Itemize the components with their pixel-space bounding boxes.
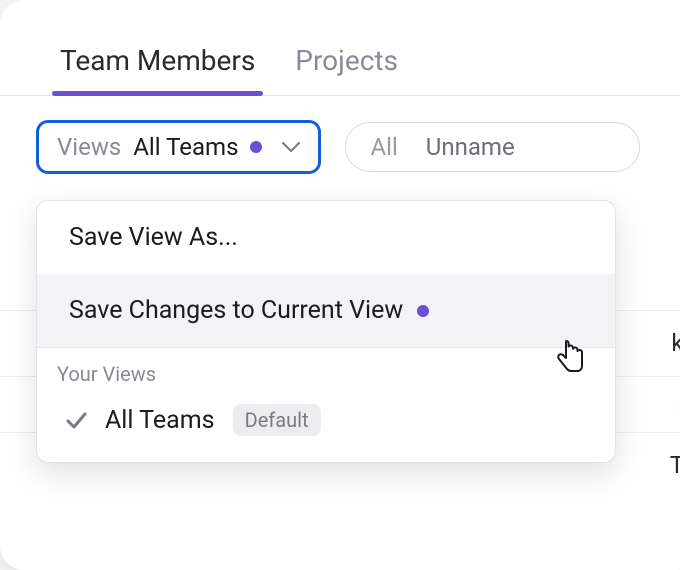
views-label: Views <box>57 133 121 161</box>
menu-item-save-view-as[interactable]: Save View As... <box>37 201 615 274</box>
dropdown-section-header: Your Views <box>37 348 615 394</box>
view-name: All Teams <box>105 406 215 435</box>
menu-item-label: Save View As... <box>69 223 238 252</box>
filter-value: Unname <box>426 133 515 161</box>
views-dropdown-trigger[interactable]: Views All Teams <box>36 120 321 174</box>
unsaved-changes-dot-icon <box>417 305 429 317</box>
menu-item-label: Save Changes to Current View <box>69 296 403 325</box>
tab-label: Projects <box>295 44 398 77</box>
main-card: Team Members Projects Views All Teams Al… <box>0 0 680 570</box>
tab-bar: Team Members Projects <box>0 0 680 96</box>
tab-projects[interactable]: Projects <box>295 44 398 95</box>
views-dropdown-menu: Save View As... Save Changes to Current … <box>36 200 616 463</box>
views-current-value: All Teams <box>133 133 238 161</box>
check-icon <box>65 409 87 431</box>
tab-team-members[interactable]: Team Members <box>60 44 255 95</box>
controls-row: Views All Teams All Unname <box>0 96 680 174</box>
view-list-item[interactable]: All Teams Default <box>37 394 615 462</box>
cell-text: TM <box>670 451 680 479</box>
cell-text: kill <box>671 329 680 357</box>
filter-pill[interactable]: All Unname <box>345 122 640 172</box>
filter-scope-label: All <box>370 133 397 161</box>
menu-item-save-changes[interactable]: Save Changes to Current View <box>37 274 615 347</box>
default-badge: Default <box>233 404 321 436</box>
chevron-down-icon <box>282 142 300 152</box>
unsaved-changes-dot-icon <box>250 141 262 153</box>
tab-label: Team Members <box>60 44 255 77</box>
